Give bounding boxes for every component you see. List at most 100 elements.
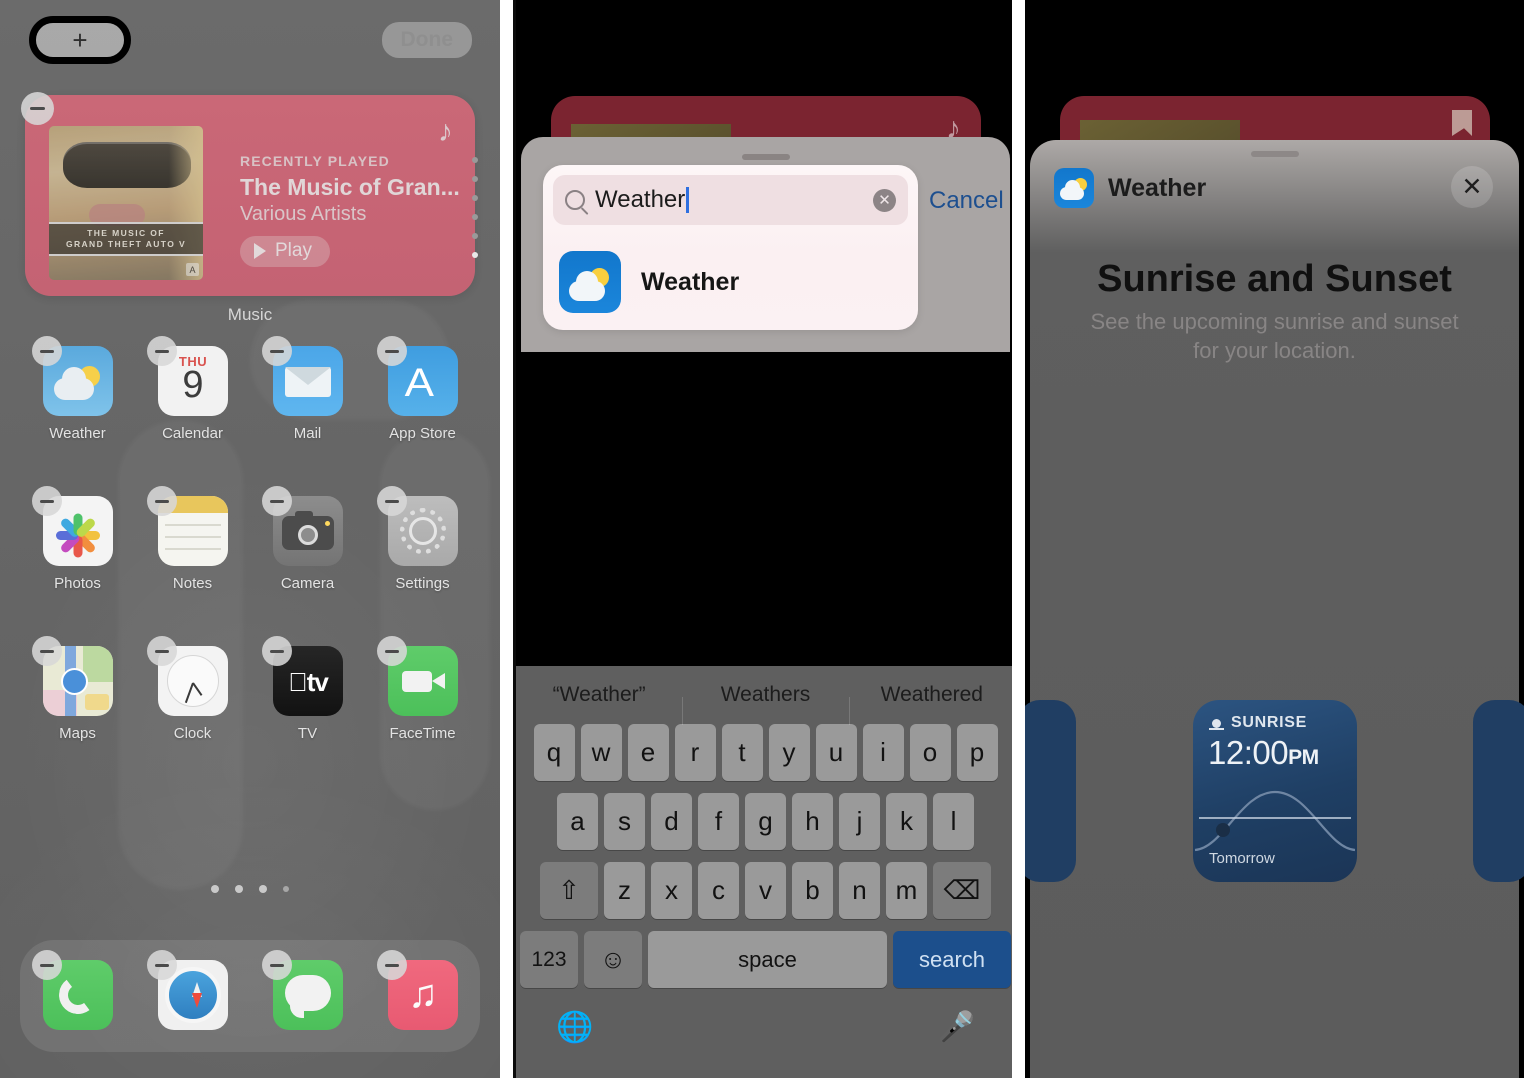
widget-preview-peek-left[interactable] — [1025, 700, 1076, 882]
key-h[interactable]: h — [792, 793, 833, 850]
keyboard-bottom-bar: 🌐 🎤 — [516, 1000, 1012, 1045]
app-cell-camera[interactable]: Camera — [250, 486, 365, 640]
page-title: Sunrise and Sunset — [1097, 258, 1452, 300]
app-cell-photos[interactable]: Photos — [20, 486, 135, 640]
album-line-2: GRAND THEFT AUTO V — [65, 239, 187, 249]
key-e[interactable]: e — [627, 724, 669, 781]
key-i[interactable]: i — [862, 724, 904, 781]
remove-app-badge[interactable] — [32, 636, 62, 666]
key-m[interactable]: m — [886, 862, 927, 919]
emoji-smiley-icon[interactable]: ☺ — [584, 931, 642, 988]
remove-app-badge[interactable] — [147, 636, 177, 666]
panel-widget-detail: Weather ✕ Sunrise and Sunset See the upc… — [1025, 0, 1524, 1078]
prediction-0[interactable]: “Weather” — [516, 683, 682, 707]
calendar-date: 9 — [182, 364, 204, 406]
app-cell-facetime[interactable]: FaceTime — [365, 636, 480, 790]
remove-app-badge[interactable] — [262, 336, 292, 366]
sunrise-time: 12:00PM — [1208, 734, 1319, 772]
key-u[interactable]: u — [815, 724, 857, 781]
key-k[interactable]: k — [886, 793, 927, 850]
close-x-icon[interactable]: ✕ — [1451, 166, 1493, 208]
home-page-indicator[interactable] — [0, 885, 500, 893]
key-t[interactable]: t — [721, 724, 763, 781]
app-cell-notes[interactable]: Notes — [135, 486, 250, 640]
app-cell-tv[interactable]: tv TV — [250, 636, 365, 790]
app-label: Photos — [54, 575, 101, 592]
key-y[interactable]: y — [768, 724, 810, 781]
space-key[interactable]: space — [648, 931, 887, 988]
key-g[interactable]: g — [745, 793, 786, 850]
app-cell-app-store[interactable]: A App Store — [365, 336, 480, 490]
key-l[interactable]: l — [933, 793, 974, 850]
key-s[interactable]: s — [604, 793, 645, 850]
key-d[interactable]: d — [651, 793, 692, 850]
key-o[interactable]: o — [909, 724, 951, 781]
dock: ♫ — [20, 946, 480, 1046]
remove-app-badge[interactable] — [32, 486, 62, 516]
app-cell-mail[interactable]: Mail — [250, 336, 365, 490]
key-x[interactable]: x — [651, 862, 692, 919]
done-button[interactable]: Done — [381, 22, 472, 58]
cancel-button[interactable]: Cancel — [929, 187, 1004, 215]
keyboard-row-1: q w e r t y u i o p — [520, 724, 1011, 781]
key-z[interactable]: z — [604, 862, 645, 919]
search-result-weather[interactable]: Weather — [553, 243, 908, 321]
sunrise-widget-preview[interactable]: SUNRISE 12:00PM Tomorrow — [1193, 700, 1357, 882]
play-button[interactable]: Play — [240, 236, 330, 267]
app-cell-clock[interactable]: Clock — [135, 636, 250, 790]
key-c[interactable]: c — [698, 862, 739, 919]
key-n[interactable]: n — [839, 862, 880, 919]
search-return-key[interactable]: search — [893, 931, 1011, 988]
search-icon — [565, 190, 585, 210]
clear-circle-icon[interactable]: ✕ — [873, 189, 896, 212]
predictive-bar: “Weather” Weathers Weathered — [516, 666, 1012, 725]
remove-app-badge[interactable] — [147, 486, 177, 516]
app-cell-maps[interactable]: Maps — [20, 636, 135, 790]
backspace-icon[interactable]: ⌫ — [933, 862, 991, 919]
panel-widget-search: ♪ Weather ✕ Weather Cancel “Weather” Wea… — [513, 0, 1012, 1078]
app-cell-weather[interactable]: Weather — [20, 336, 135, 490]
widget-stack-dots[interactable] — [472, 157, 500, 258]
search-input[interactable]: Weather ✕ — [553, 175, 908, 225]
music-widget[interactable]: THE MUSIC OF GRAND THEFT AUTO V A ♪ RECE… — [25, 95, 475, 296]
sheet-grabber[interactable] — [741, 154, 790, 160]
dock-item-safari[interactable] — [135, 946, 250, 1046]
keyboard-row-3: ⇧ z x c v b n m ⌫ — [520, 862, 1011, 919]
remove-app-badge[interactable] — [32, 336, 62, 366]
remove-app-badge[interactable] — [262, 486, 292, 516]
add-widget-plus-button[interactable]: + — [36, 23, 124, 57]
dock-item-phone[interactable] — [20, 946, 135, 1046]
remove-app-badge[interactable] — [377, 950, 407, 980]
key-w[interactable]: w — [580, 724, 622, 781]
dock-item-music[interactable]: ♫ — [365, 946, 480, 1046]
remove-app-badge[interactable] — [147, 336, 177, 366]
key-q[interactable]: q — [533, 724, 575, 781]
remove-app-badge[interactable] — [147, 950, 177, 980]
numbers-key[interactable]: 123 — [520, 931, 578, 988]
shift-arrow-icon[interactable]: ⇧ — [540, 862, 598, 919]
key-f[interactable]: f — [698, 793, 739, 850]
prediction-2[interactable]: Weathered — [848, 683, 1012, 725]
remove-app-badge[interactable] — [377, 486, 407, 516]
globe-icon[interactable]: 🌐 — [556, 1010, 593, 1045]
remove-app-badge[interactable] — [262, 636, 292, 666]
app-cell-settings[interactable]: Settings — [365, 486, 480, 640]
key-b[interactable]: b — [792, 862, 833, 919]
remove-app-badge[interactable] — [377, 336, 407, 366]
key-r[interactable]: r — [674, 724, 716, 781]
key-p[interactable]: p — [956, 724, 998, 781]
prediction-1[interactable]: Weathers — [682, 683, 848, 725]
remove-app-badge[interactable] — [32, 950, 62, 980]
key-j[interactable]: j — [839, 793, 880, 850]
key-a[interactable]: a — [557, 793, 598, 850]
app-cell-calendar[interactable]: THU 9 Calendar — [135, 336, 250, 490]
remove-app-badge[interactable] — [377, 636, 407, 666]
microphone-icon[interactable]: 🎤 — [938, 1010, 975, 1045]
widget-preview-peek-right[interactable] — [1473, 700, 1524, 882]
dock-item-messages[interactable] — [250, 946, 365, 1046]
key-v[interactable]: v — [745, 862, 786, 919]
sheet-grabber[interactable] — [1250, 151, 1299, 157]
remove-app-badge[interactable] — [262, 950, 292, 980]
on-screen-keyboard: “Weather” Weathers Weathered q w e r t y… — [516, 666, 1012, 1078]
remove-widget-badge[interactable] — [21, 92, 54, 125]
